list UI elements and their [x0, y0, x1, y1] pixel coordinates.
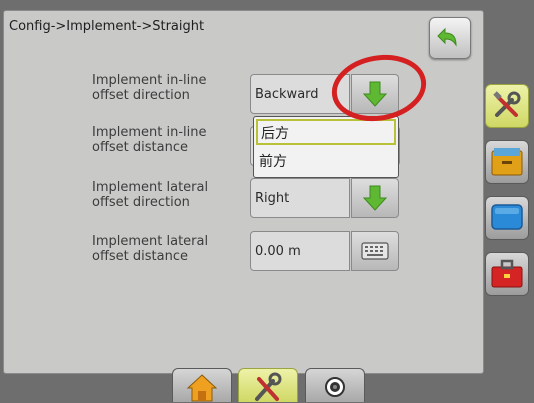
label-line: Implement lateral [92, 234, 209, 249]
keyboard-button[interactable] [351, 231, 399, 271]
inline-direction-label: Implement in-line offset direction [92, 73, 242, 103]
dropdown-option[interactable]: 前方 [256, 149, 396, 175]
main-panel: Config->Implement->Straight [3, 10, 484, 374]
folder-icon [491, 148, 523, 176]
gps-icon [325, 377, 345, 397]
label-line: Implement in-line [92, 125, 207, 140]
inline-direction-value[interactable]: Backward [250, 74, 350, 114]
back-button[interactable] [429, 17, 471, 59]
breadcrumb: Config->Implement->Straight [9, 19, 205, 34]
tools-icon [255, 372, 282, 401]
label-line: Implement lateral [92, 180, 209, 195]
tools-icon [493, 91, 521, 117]
label-line: offset distance [92, 249, 188, 264]
arrow-down-icon [362, 81, 388, 107]
label-line: offset distance [92, 140, 188, 155]
lateral-direction-value[interactable]: Right [250, 178, 350, 218]
lateral-distance-value[interactable]: 0.00 m [250, 231, 350, 271]
arrow-down-icon [362, 185, 388, 211]
keyboard-icon [361, 242, 389, 260]
direction-dropdown-list: 后方 前方 [253, 116, 399, 178]
lateral-distance-label: Implement lateral offset distance [92, 234, 242, 264]
toolbox-icon [491, 259, 523, 288]
sidebar-item-config[interactable] [485, 84, 529, 128]
dropdown-option-selected[interactable]: 后方 [256, 119, 396, 145]
tab-home[interactable] [172, 368, 232, 402]
sidebar-item-data[interactable] [485, 140, 529, 184]
tab-gps[interactable] [305, 368, 365, 402]
lateral-direction-label: Implement lateral offset direction [92, 180, 242, 210]
display-icon [491, 204, 523, 230]
label-line: offset direction [92, 195, 190, 210]
sidebar-item-tools[interactable] [485, 252, 529, 296]
lateral-direction-dropdown-button[interactable] [351, 178, 399, 218]
inline-direction-dropdown-button[interactable] [351, 74, 399, 114]
sidebar-item-display[interactable] [485, 196, 529, 240]
label-line: Implement in-line [92, 73, 207, 88]
label-line: offset direction [92, 88, 190, 103]
back-arrow-icon [437, 27, 457, 47]
tab-config[interactable] [238, 368, 298, 402]
inline-distance-label: Implement in-line offset distance [92, 125, 242, 155]
home-icon [186, 374, 218, 402]
